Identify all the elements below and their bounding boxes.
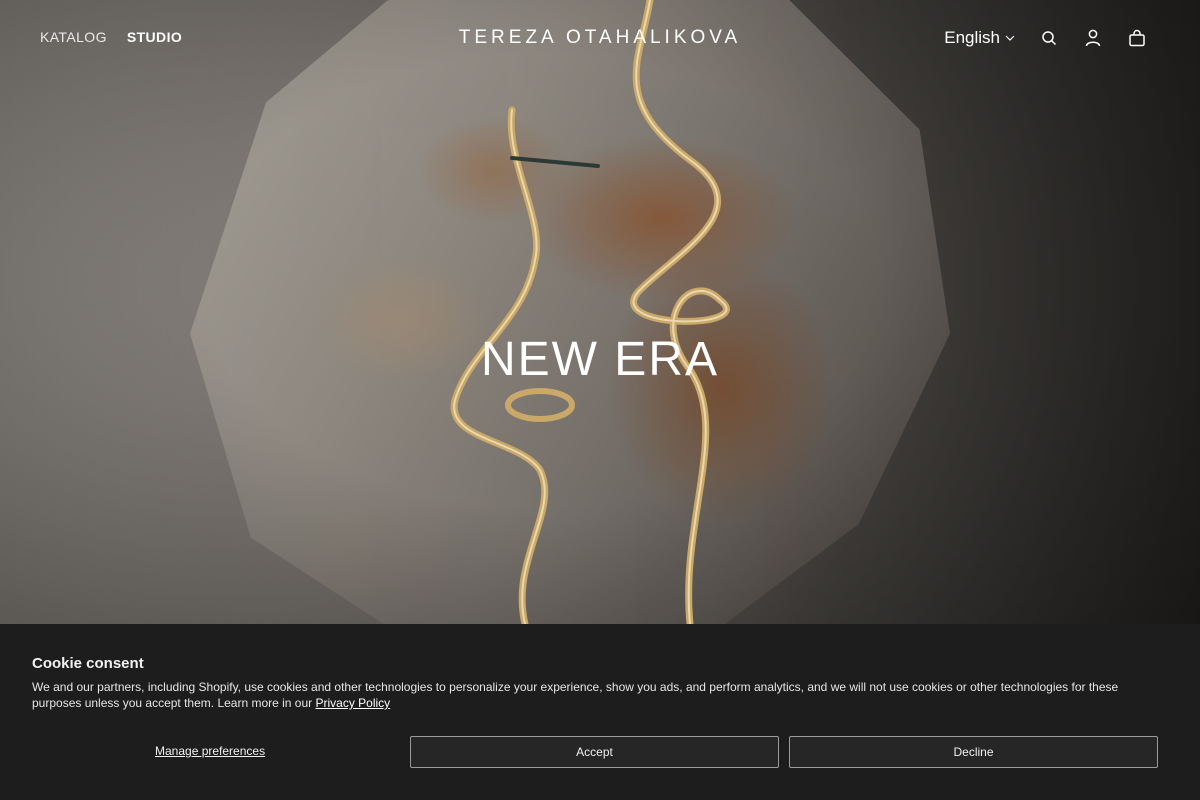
account-button[interactable] — [1082, 27, 1104, 49]
cookie-title: Cookie consent — [32, 655, 144, 672]
hero-title: NEW ERA — [480, 333, 719, 386]
cart-button[interactable] — [1126, 27, 1148, 49]
language-selector[interactable]: English — [944, 28, 1016, 48]
hero-image — [0, 0, 1200, 624]
cookie-consent-banner: Cookie consent We and our partners, incl… — [0, 624, 1200, 800]
language-label: English — [944, 28, 1000, 47]
manage-preferences-link[interactable]: Manage preferences — [155, 744, 265, 758]
search-icon — [1042, 31, 1057, 46]
accept-button[interactable]: Accept — [410, 736, 779, 768]
account-icon — [1085, 29, 1101, 47]
chevron-down-icon — [1005, 35, 1015, 41]
cookie-text: We and our partners, including Shopify, … — [32, 680, 1119, 710]
gold-earring-image — [450, 0, 730, 624]
header-actions: English — [944, 27, 1148, 49]
decline-button[interactable]: Decline — [789, 736, 1158, 768]
search-button[interactable] — [1038, 27, 1060, 49]
site-header: KATALOG STUDIO TEREZA OTAHALIKOVA Englis… — [0, 0, 1200, 78]
cart-icon — [1129, 29, 1145, 47]
cookie-description: We and our partners, including Shopify, … — [32, 679, 1152, 711]
privacy-policy-link[interactable]: Privacy Policy — [316, 696, 391, 710]
